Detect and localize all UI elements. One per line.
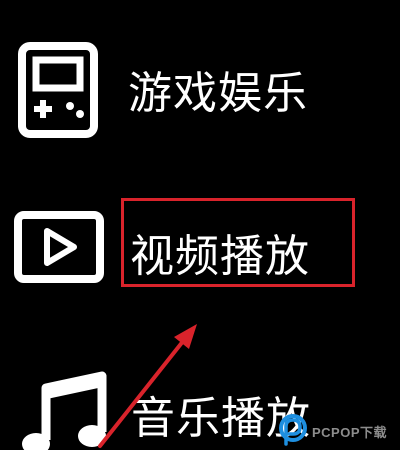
gamepad-icon <box>18 42 98 138</box>
menu-item-games[interactable]: 游戏娱乐 <box>0 30 400 140</box>
music-note-icon <box>22 371 107 450</box>
highlight-box <box>121 198 355 287</box>
pcpop-logo-icon <box>279 414 307 446</box>
watermark: PCPOP下载 <box>278 412 396 446</box>
video-play-icon <box>14 211 104 283</box>
menu-label-games: 游戏娱乐 <box>128 68 308 119</box>
watermark-text: PCPOP下载 <box>312 425 388 440</box>
